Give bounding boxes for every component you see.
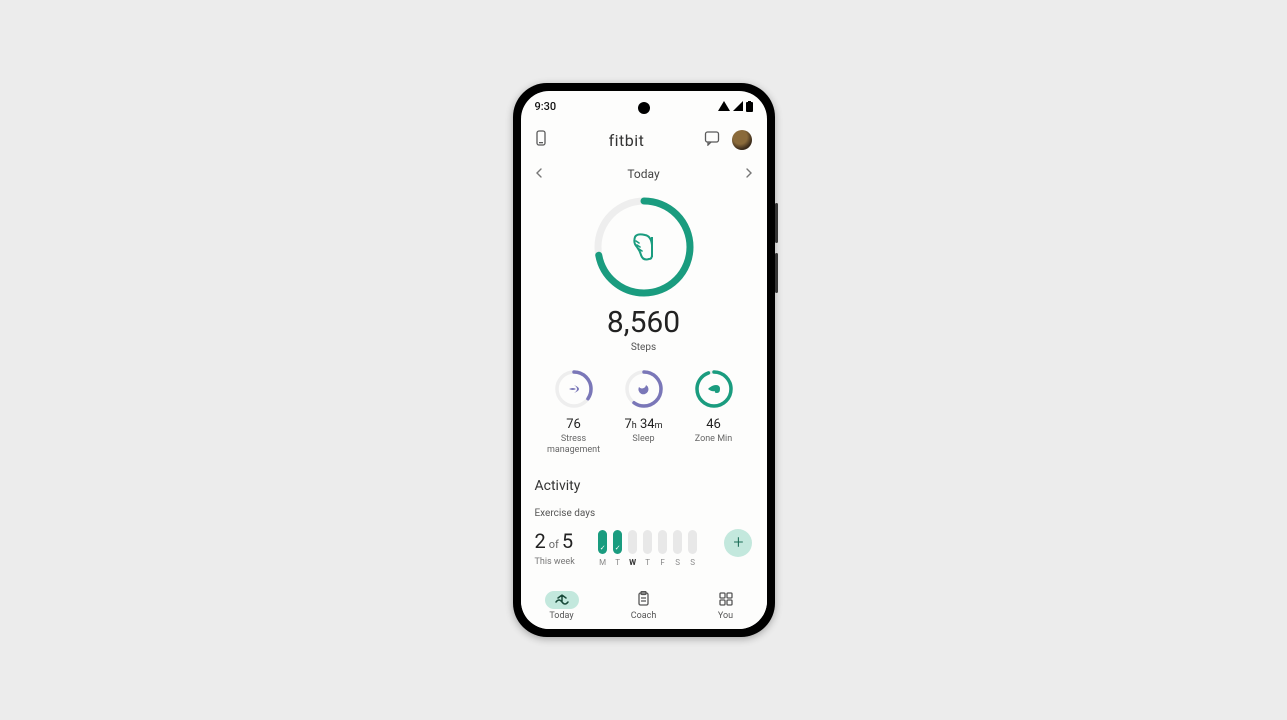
activity-heading: Activity xyxy=(535,478,753,494)
metric-stress[interactable]: 76 Stress management xyxy=(539,369,609,456)
flame-icon xyxy=(694,369,734,409)
messages-icon[interactable] xyxy=(704,130,720,150)
sleep-label: Sleep xyxy=(632,434,654,445)
volume-up-button[interactable] xyxy=(775,203,778,243)
moon-icon xyxy=(624,369,664,409)
you-icon xyxy=(719,592,733,609)
today-icon xyxy=(554,592,570,609)
add-exercise-button[interactable]: + xyxy=(724,529,752,557)
steps-value: 8,560 xyxy=(607,305,680,340)
day-pill: T xyxy=(643,530,652,567)
screen: 9:30 fitbit Today xyxy=(521,91,767,629)
avatar[interactable] xyxy=(732,130,752,150)
nav-coach-label: Coach xyxy=(631,611,657,621)
bottom-nav: Today Coach You xyxy=(521,583,767,629)
nav-today[interactable]: Today xyxy=(545,591,579,621)
stress-label: Stress management xyxy=(539,434,609,456)
next-day-button[interactable] xyxy=(745,167,753,181)
date-label: Today xyxy=(627,167,659,181)
day-pill: S xyxy=(673,530,682,567)
app-title: fitbit xyxy=(609,131,645,150)
steps-label: Steps xyxy=(631,342,656,353)
metric-zone[interactable]: 46 Zone Min xyxy=(679,369,749,456)
metrics-row: 76 Stress management xyxy=(535,369,753,456)
exercise-days-row[interactable]: 2of5 This week ✓M✓TWTFSS + xyxy=(535,529,753,567)
spa-icon xyxy=(554,369,594,409)
status-time: 9:30 xyxy=(535,100,557,113)
device-icon[interactable] xyxy=(535,130,549,150)
steps-ring xyxy=(592,195,696,299)
day-pill: ✓T xyxy=(613,530,622,567)
volume-down-button[interactable] xyxy=(775,253,778,293)
zone-label: Zone Min xyxy=(695,434,732,445)
sleep-value: 7h 34m xyxy=(624,417,662,432)
shoe-icon xyxy=(592,195,696,299)
day-pill: W xyxy=(628,530,637,567)
exercise-count: 2of5 xyxy=(535,529,575,553)
date-nav: Today xyxy=(521,159,767,189)
day-pill: S xyxy=(688,530,697,567)
zone-value: 46 xyxy=(706,417,721,432)
camera-notch xyxy=(638,102,650,114)
nav-coach[interactable]: Coach xyxy=(627,591,661,621)
status-icons xyxy=(718,101,753,112)
coach-icon xyxy=(637,591,650,609)
app-header: fitbit xyxy=(521,121,767,159)
prev-day-button[interactable] xyxy=(535,167,543,181)
nav-you-label: You xyxy=(718,611,733,621)
signal-icon xyxy=(733,101,743,111)
metric-sleep[interactable]: 7h 34m Sleep xyxy=(609,369,679,456)
day-pill: F xyxy=(658,530,667,567)
steps-hero[interactable]: 8,560 Steps xyxy=(535,195,753,353)
day-pill: ✓M xyxy=(598,530,607,567)
battery-icon xyxy=(746,101,753,112)
nav-you[interactable]: You xyxy=(709,591,743,621)
wifi-icon xyxy=(718,101,730,111)
exercise-days-heading: Exercise days xyxy=(535,508,753,519)
days-strip: ✓M✓TWTFSS xyxy=(598,530,697,567)
exercise-subtext: This week xyxy=(535,557,575,567)
stress-value: 76 xyxy=(566,417,581,432)
nav-today-label: Today xyxy=(549,611,573,621)
phone-frame: 9:30 fitbit Today xyxy=(513,83,775,637)
